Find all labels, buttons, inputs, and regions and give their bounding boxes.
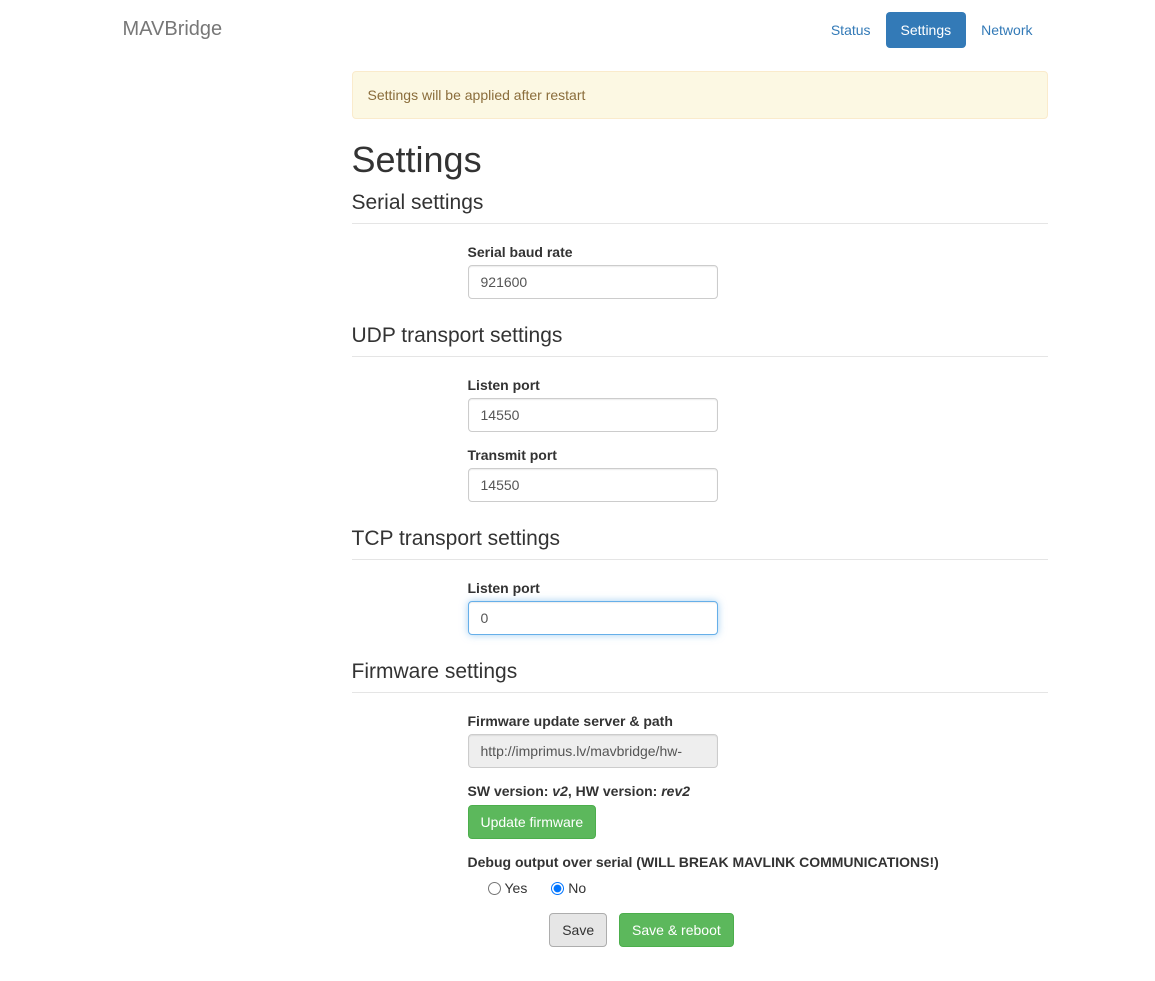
udp-transmit-input[interactable] [468, 468, 718, 502]
save-reboot-button[interactable]: Save & reboot [619, 913, 734, 947]
udp-transmit-label: Transmit port [468, 447, 1048, 463]
nav-settings[interactable]: Settings [886, 12, 967, 48]
alert-banner: Settings will be applied after restart [352, 71, 1048, 119]
save-button[interactable]: Save [549, 913, 607, 947]
tcp-listen-input[interactable] [468, 601, 718, 635]
debug-yes-label[interactable]: Yes [488, 880, 528, 896]
nav-network[interactable]: Network [966, 12, 1047, 48]
nav-status[interactable]: Status [816, 12, 886, 48]
udp-listen-label: Listen port [468, 377, 1048, 393]
brand-title: MAVBridge [108, 8, 238, 51]
firmware-server-label: Firmware update server & path [468, 713, 1048, 729]
serial-baud-label: Serial baud rate [468, 244, 1048, 260]
firmware-server-input [468, 734, 718, 768]
debug-no-label[interactable]: No [551, 880, 586, 896]
version-info: SW version: v2, HW version: rev2 [468, 783, 1048, 799]
debug-no-radio[interactable] [551, 882, 564, 895]
udp-legend: UDP transport settings [352, 324, 1048, 357]
update-firmware-button[interactable]: Update firmware [468, 805, 597, 839]
serial-legend: Serial settings [352, 191, 1048, 224]
tcp-legend: TCP transport settings [352, 527, 1048, 560]
udp-listen-input[interactable] [468, 398, 718, 432]
serial-baud-input[interactable] [468, 265, 718, 299]
debug-label: Debug output over serial (WILL BREAK MAV… [468, 854, 1048, 870]
page-title: Settings [352, 139, 1048, 181]
debug-yes-radio[interactable] [488, 882, 501, 895]
tcp-listen-label: Listen port [468, 580, 1048, 596]
firmware-legend: Firmware settings [352, 660, 1048, 693]
